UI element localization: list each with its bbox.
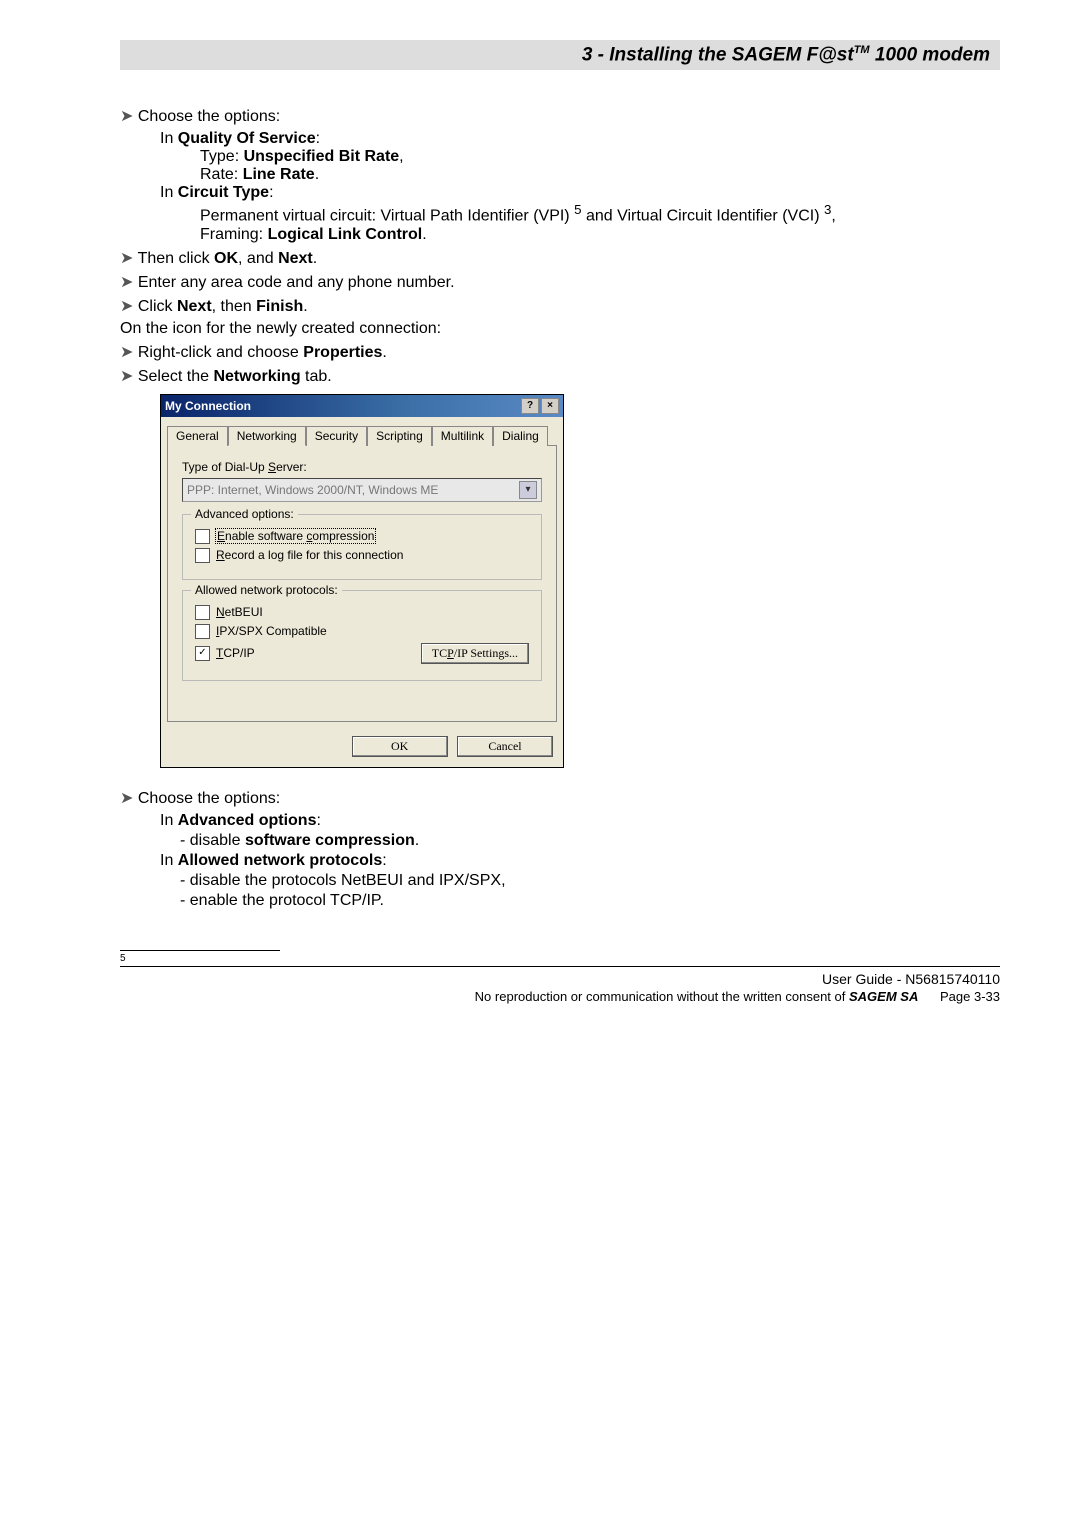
label-type-of-dialup-server: Type of Dial-Up Server: <box>182 460 542 474</box>
line-framing: Framing: Logical Link Control. <box>200 226 1000 244</box>
tcpip-settings-button[interactable]: TCP/IP Settings... <box>421 643 529 664</box>
bullet-right-click-properties: Right-click and choose Properties. <box>120 342 1000 362</box>
tab-dialing[interactable]: Dialing <box>493 426 548 446</box>
close-icon[interactable]: × <box>541 398 559 414</box>
label-tcpip: TCP/IP <box>216 646 255 660</box>
group-title-allowed: Allowed network protocols: <box>191 583 342 597</box>
line-in-circuit: In Circuit Type: <box>160 184 1000 202</box>
ok-button[interactable]: OK <box>352 736 448 757</box>
footer-page-number: Page 3-33 <box>940 989 1000 1004</box>
page-footer: User Guide - N56815740110 No reproductio… <box>120 966 1000 1004</box>
bullet-select-networking: Select the Networking tab. <box>120 366 1000 386</box>
tab-multilink[interactable]: Multilink <box>432 426 493 446</box>
tab-strip: General Networking Security Scripting Mu… <box>167 425 557 445</box>
my-connection-dialog: My Connection ? × General Networking Sec… <box>160 394 564 768</box>
dash-disable-software-compression: disable software compression. <box>180 832 1000 850</box>
dash-enable-tcpip: enable the protocol TCP/IP. <box>180 892 1000 910</box>
line-perm-vc: Permanent virtual circuit: Virtual Path … <box>200 202 1000 225</box>
chevron-down-icon[interactable]: ▾ <box>519 481 537 499</box>
footnote-rule <box>120 950 280 951</box>
bullet-ok-next: Then click OK, and Next. <box>120 248 1000 268</box>
line-in-qos: In Quality Of Service: <box>160 130 1000 148</box>
tab-panel-networking: Type of Dial-Up Server: /* hidden: label… <box>167 445 557 722</box>
checkbox-tcpip[interactable] <box>195 646 210 661</box>
tab-security[interactable]: Security <box>306 426 367 446</box>
checkbox-netbeui[interactable] <box>195 605 210 620</box>
tab-general[interactable]: General <box>167 426 228 446</box>
line-rate-line: Rate: Line Rate. <box>200 166 1000 184</box>
group-title-advanced: Advanced options: <box>191 507 298 521</box>
dash-disable-protocols: disable the protocols NetBEUI and IPX/SP… <box>180 872 1000 890</box>
bullet-choose-options-1: Choose the options: <box>120 106 1000 126</box>
bullet-area-code: Enter any area code and any phone number… <box>120 272 1000 292</box>
line-in-allowed: In Allowed network protocols: <box>160 852 1000 870</box>
label-ipx-spx: IPX/SPX Compatible <box>216 624 327 638</box>
group-advanced-options: Advanced options: Enable software compre… <box>182 514 542 580</box>
footer-copyright-line: No reproduction or communication without… <box>475 989 1000 1004</box>
line-on-icon: On the icon for the newly created connec… <box>120 320 1000 338</box>
label-record-log-file: Record a log file for this connection <box>216 548 403 562</box>
cancel-button[interactable]: Cancel <box>457 736 553 757</box>
label-netbeui: NetBEUI <box>216 605 263 619</box>
dialup-server-type-value: PPP: Internet, Windows 2000/NT, Windows … <box>187 483 438 497</box>
line-in-advanced: In Advanced options: <box>160 812 1000 830</box>
label-enable-software-compression: Enable software compression <box>216 529 375 543</box>
bullet-choose-options-2: Choose the options: <box>120 788 1000 808</box>
chapter-header: 3 - Installing the SAGEM F@stTM 1000 mod… <box>120 40 1000 70</box>
tab-scripting[interactable]: Scripting <box>367 426 432 446</box>
footer-user-guide: User Guide - N56815740110 <box>822 971 1000 987</box>
checkbox-enable-software-compression[interactable] <box>195 529 210 544</box>
checkbox-record-log-file[interactable] <box>195 548 210 563</box>
line-type-unspec: Type: Unspecified Bit Rate, <box>200 148 1000 166</box>
footer-copy-text: No reproduction or communication without… <box>475 989 919 1004</box>
bullet-next-finish: Click Next, then Finish. <box>120 296 1000 316</box>
dialog-button-row: OK Cancel <box>161 730 563 767</box>
footnote-number: 5 <box>120 953 1000 964</box>
help-icon[interactable]: ? <box>521 398 539 414</box>
dialup-server-type-combo[interactable]: PPP: Internet, Windows 2000/NT, Windows … <box>182 478 542 502</box>
dialog-titlebar: My Connection ? × <box>161 395 563 417</box>
group-allowed-protocols: Allowed network protocols: NetBEUI IPX/S… <box>182 590 542 681</box>
tab-networking[interactable]: Networking <box>228 426 306 446</box>
checkbox-ipx-spx[interactable] <box>195 624 210 639</box>
dialog-title: My Connection <box>165 399 251 413</box>
